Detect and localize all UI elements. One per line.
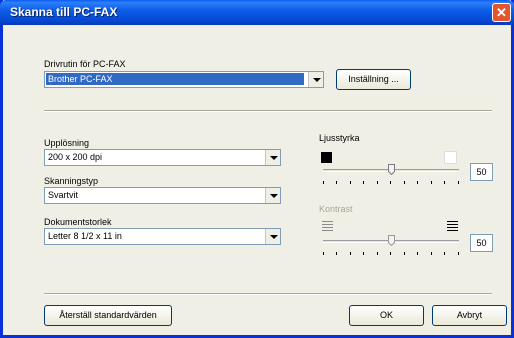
- contrast-slider-thumb[interactable]: [388, 235, 395, 246]
- document-size-combobox[interactable]: Letter 8 1/2 x 11 in: [44, 228, 281, 245]
- tick: [363, 252, 364, 255]
- chevron-down-icon[interactable]: [265, 229, 280, 244]
- chevron-down-icon[interactable]: [265, 188, 280, 203]
- light-brightness-icon: [444, 151, 457, 164]
- settings-button[interactable]: Inställning ...: [336, 69, 411, 90]
- chevron-down-icon[interactable]: [265, 150, 280, 165]
- cancel-button[interactable]: Avbryt: [432, 305, 507, 326]
- ok-button[interactable]: OK: [349, 305, 424, 326]
- resolution-selected-value: 200 x 200 dpi: [48, 152, 103, 162]
- tick: [363, 181, 364, 184]
- chevron-down-icon[interactable]: [308, 72, 323, 87]
- contrast-label: Kontrast: [319, 204, 353, 214]
- tick: [323, 181, 324, 184]
- tick: [390, 181, 391, 184]
- resolution-label: Upplösning: [44, 138, 90, 148]
- dialog-window: Skanna till PC-FAX ✕ Drivrutin för PC-FA…: [0, 0, 514, 338]
- separator-top: [44, 110, 492, 112]
- driver-label: Drivrutin för PC-FAX: [44, 59, 126, 69]
- brightness-value-field[interactable]: 50: [470, 163, 493, 181]
- tick: [404, 252, 405, 255]
- high-contrast-icon: [447, 221, 458, 233]
- tick: [377, 252, 378, 255]
- brightness-label: Ljusstyrka: [319, 133, 360, 143]
- tick: [417, 252, 418, 255]
- restore-defaults-button[interactable]: Återställ standardvärden: [44, 305, 172, 326]
- driver-selected-value: Brother PC-FAX: [46, 73, 304, 85]
- tick: [444, 181, 445, 184]
- tick: [404, 181, 405, 184]
- scan-type-combobox[interactable]: Svartvit: [44, 187, 281, 204]
- dark-brightness-icon: [321, 152, 332, 163]
- document-size-selected-value: Letter 8 1/2 x 11 in: [48, 231, 122, 241]
- tick: [350, 181, 351, 184]
- tick: [458, 252, 459, 255]
- tick: [336, 181, 337, 184]
- contrast-ticks: [323, 252, 459, 255]
- brightness-slider-thumb[interactable]: [388, 164, 395, 175]
- close-button[interactable]: ✕: [492, 3, 511, 22]
- scan-type-label: Skanningstyp: [44, 176, 99, 186]
- contrast-value-field[interactable]: 50: [470, 234, 493, 252]
- close-icon: ✕: [496, 5, 507, 20]
- tick: [336, 252, 337, 255]
- low-contrast-icon: [322, 221, 333, 233]
- tick: [417, 181, 418, 184]
- tick: [444, 252, 445, 255]
- scan-type-selected-value: Svartvit: [48, 190, 79, 200]
- tick: [390, 252, 391, 255]
- tick: [431, 181, 432, 184]
- tick: [377, 181, 378, 184]
- document-size-label: Dokumentstorlek: [44, 217, 112, 227]
- separator-bottom: [44, 293, 492, 295]
- tick: [458, 181, 459, 184]
- title-bar[interactable]: Skanna till PC-FAX ✕: [0, 0, 514, 25]
- driver-combobox[interactable]: Brother PC-FAX: [44, 71, 324, 88]
- resolution-combobox[interactable]: 200 x 200 dpi: [44, 149, 281, 166]
- brightness-ticks: [323, 181, 459, 184]
- tick: [350, 252, 351, 255]
- tick: [323, 252, 324, 255]
- tick: [431, 252, 432, 255]
- window-title: Skanna till PC-FAX: [10, 5, 118, 19]
